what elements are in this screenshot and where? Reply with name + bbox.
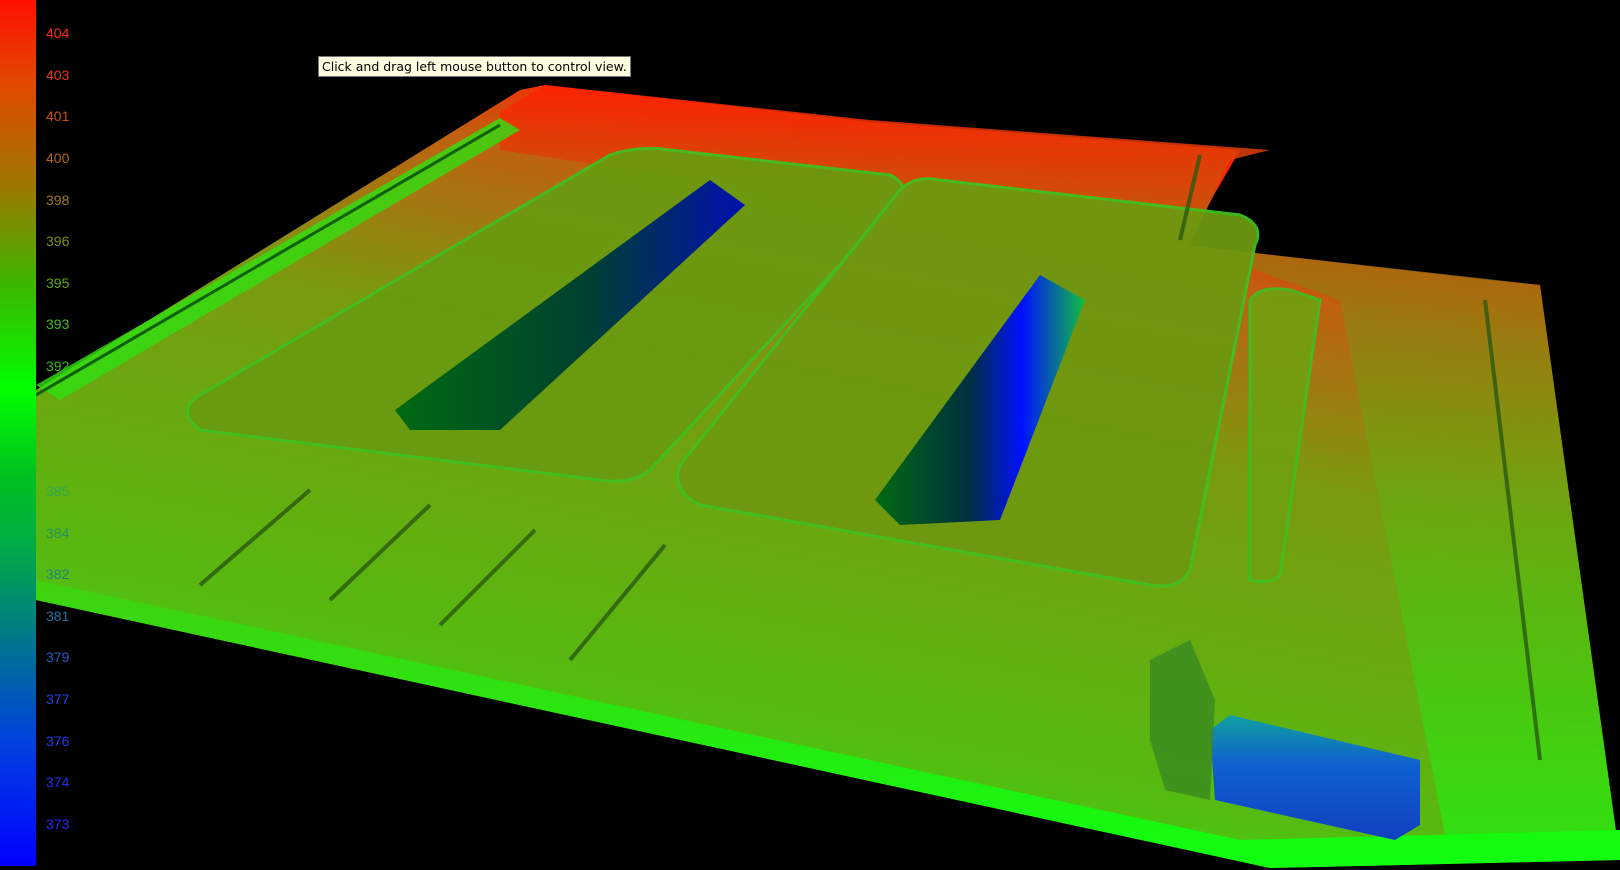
- legend-label: 401: [46, 108, 70, 125]
- legend-label: 403: [46, 66, 70, 83]
- legend-label: 384: [46, 524, 70, 541]
- legend-label: 379: [46, 649, 70, 666]
- legend-label: 400: [46, 149, 70, 166]
- terrain-3d-viewport[interactable]: 404 403 401 400 398 396 395 393 392 385 384 382 381 3…: [0, 0, 1620, 870]
- legend-label: 396: [46, 233, 70, 250]
- legend-label: 373: [46, 816, 70, 832]
- elevation-color-scale: [0, 0, 36, 866]
- legend-label: 377: [46, 691, 70, 708]
- legend-label: 393: [46, 316, 70, 333]
- terrain-surface[interactable]: [0, 0, 1620, 870]
- legend-label: 398: [46, 191, 70, 208]
- legend-label: 382: [46, 566, 70, 583]
- legend-label: 381: [46, 607, 70, 624]
- view-control-tooltip: Click and drag left mouse button to cont…: [318, 56, 631, 77]
- legend-label: 404: [46, 25, 70, 41]
- elevation-legend-labels: 404 403 401 400 398 396 395 393 392 385 384 382 381 3…: [46, 0, 86, 870]
- legend-label: 385: [46, 482, 70, 499]
- legend-label: 392: [46, 358, 70, 375]
- legend-label: 376: [46, 732, 70, 749]
- legend-label: 395: [46, 274, 70, 291]
- legend-label: 374: [46, 774, 70, 791]
